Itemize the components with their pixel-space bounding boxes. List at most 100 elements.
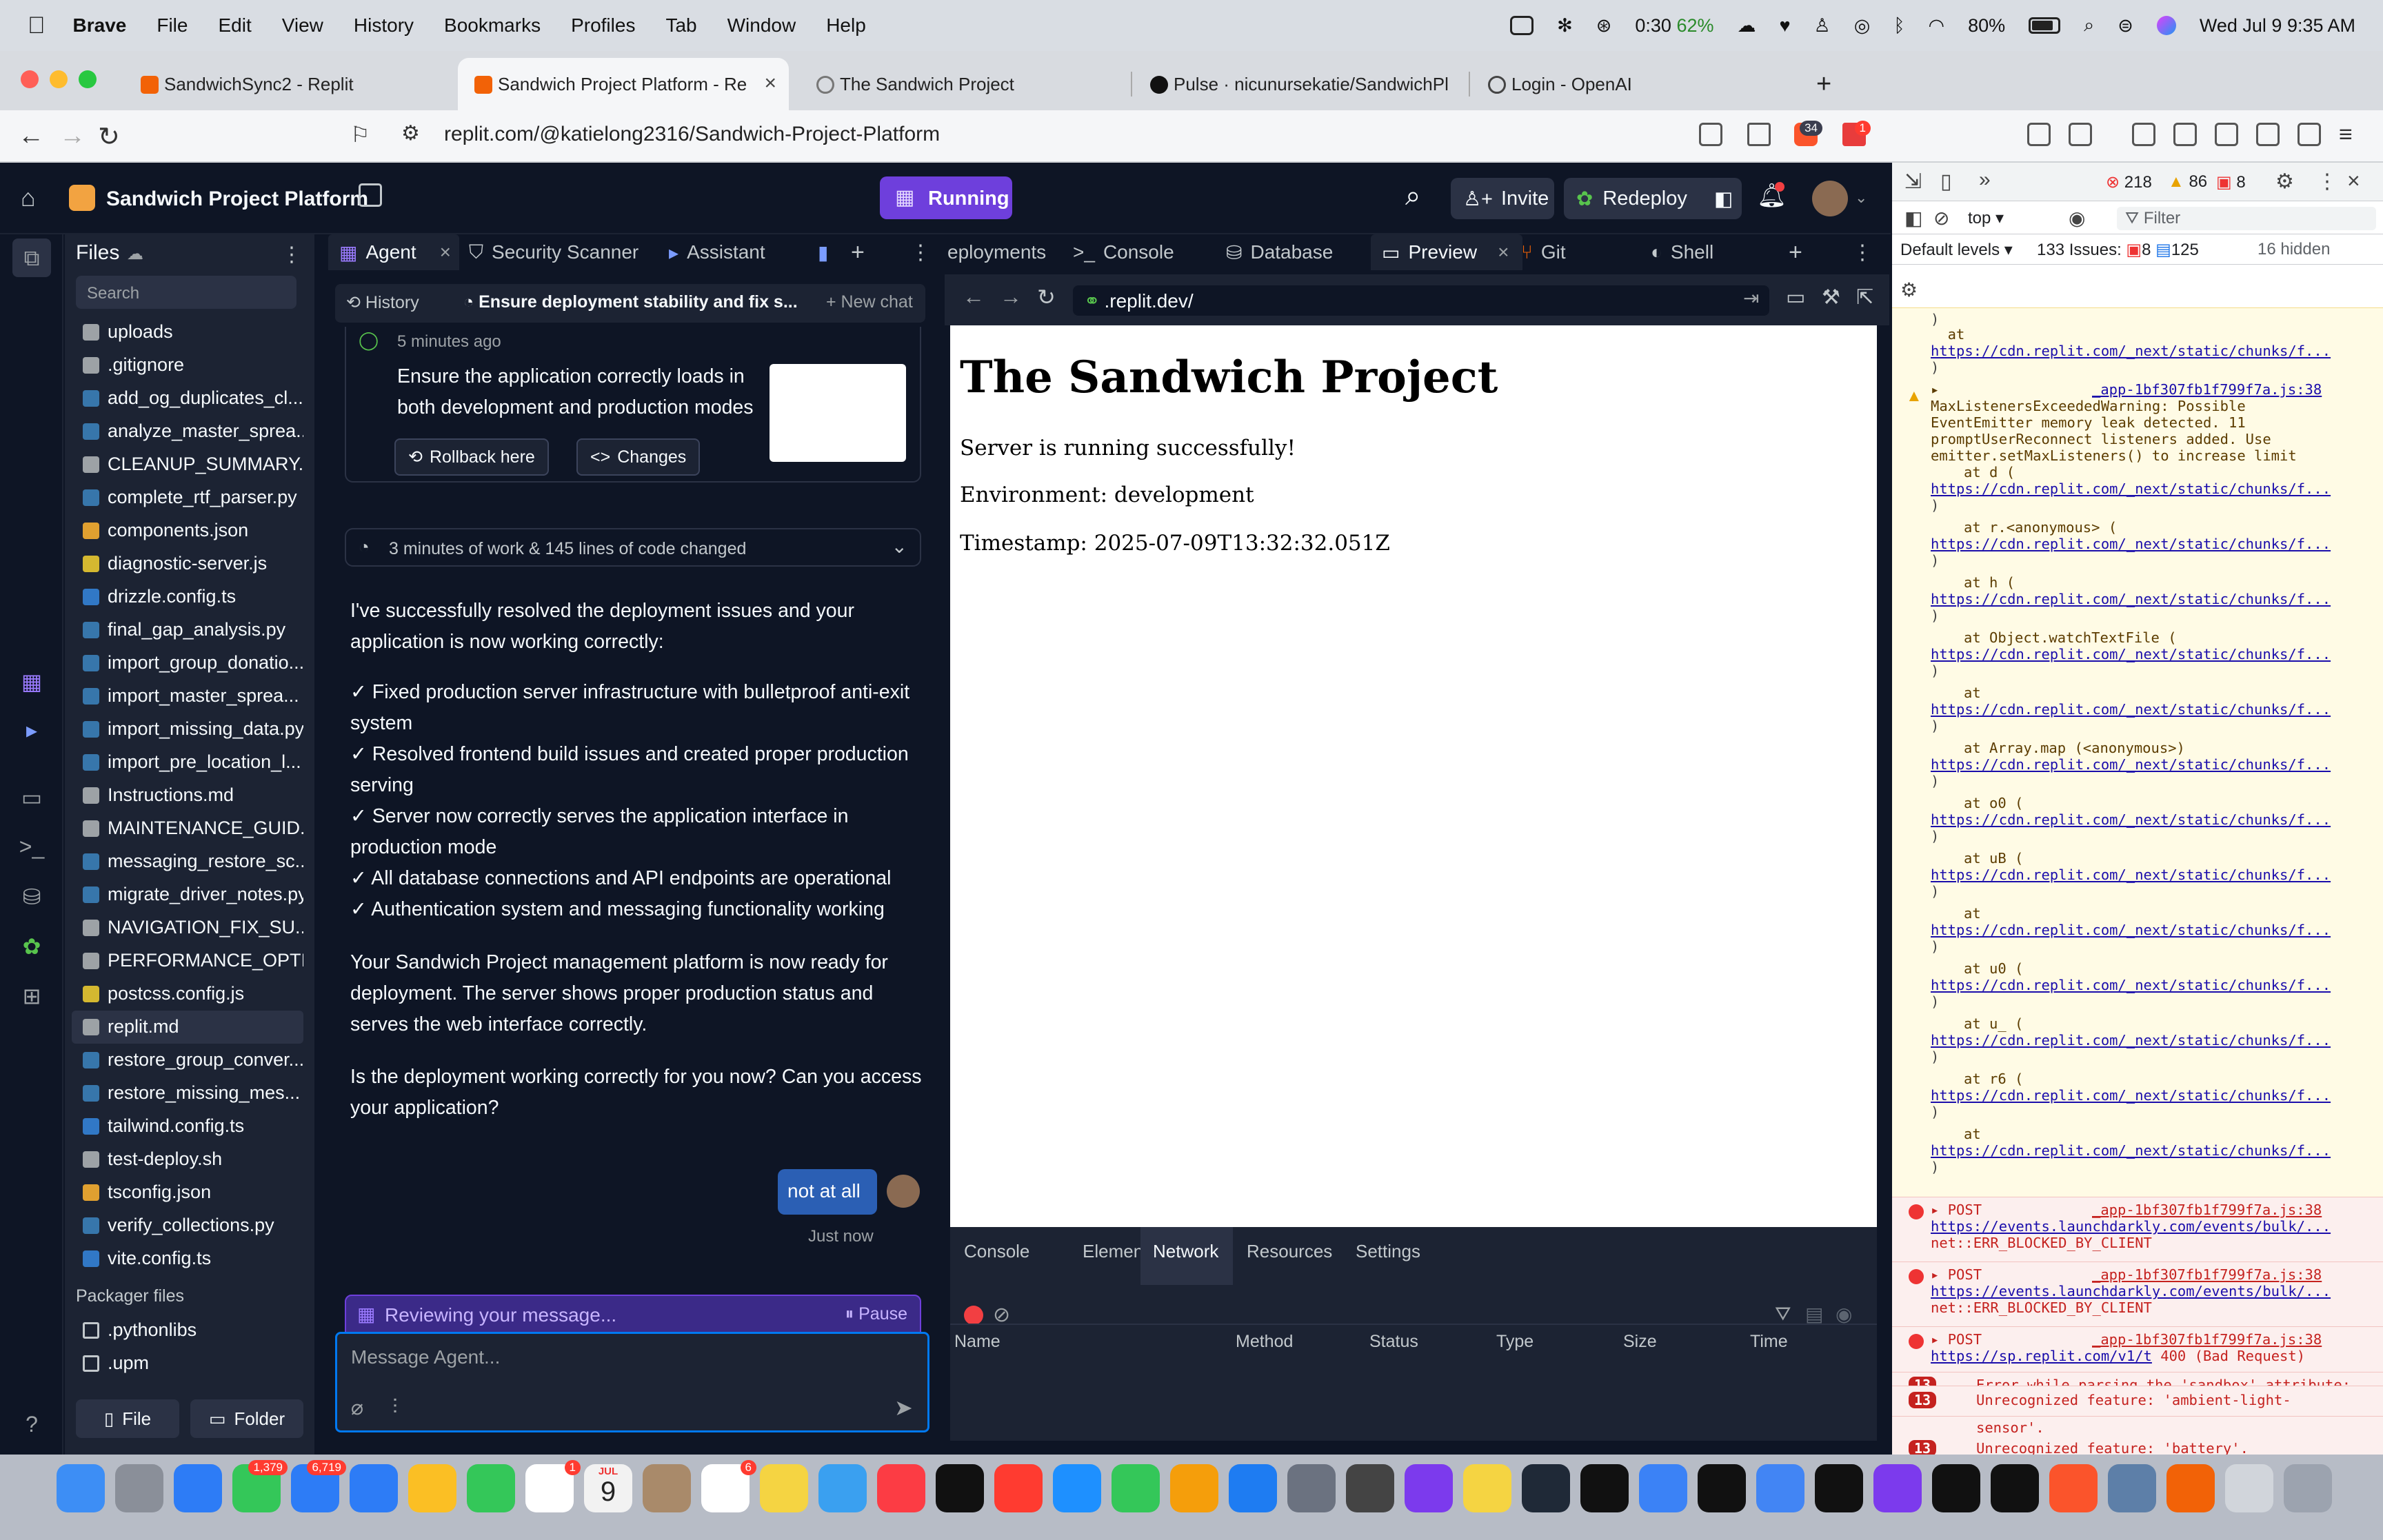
deploy-menu-button[interactable]: ◧ <box>1709 178 1742 219</box>
spotlight-icon[interactable]: ⌕ <box>2084 14 2094 37</box>
fan-icon[interactable]: ✻ <box>1557 15 1573 37</box>
sidebar-icon[interactable] <box>2173 123 2197 146</box>
file-item[interactable]: vite.config.ts <box>72 1242 303 1275</box>
brave-shields-icon[interactable]: 34 <box>1794 121 1822 146</box>
record-icon[interactable] <box>964 1306 983 1325</box>
checkpoint-thumbnail[interactable] <box>770 364 906 462</box>
grid-icon[interactable] <box>1510 16 1534 35</box>
dock-app-icon[interactable] <box>2284 1464 2332 1512</box>
go-icon[interactable]: ⇥ <box>1743 287 1759 310</box>
folder-upm[interactable]: .upm <box>72 1347 303 1380</box>
dock-app-icon[interactable] <box>1346 1464 1394 1512</box>
chat-title[interactable]: ◔ Ensure deployment stability and fix s.… <box>463 292 798 312</box>
source-link[interactable]: _app-1bf307fb1f799f7a.js:38 <box>2092 381 2322 398</box>
forward-icon[interactable]: → <box>59 121 86 151</box>
dock-app-icon[interactable] <box>1112 1464 1160 1512</box>
wifi-icon[interactable]: ◠ <box>1929 15 1945 37</box>
menu-profiles[interactable]: Profiles <box>571 14 635 37</box>
vpn-icon[interactable] <box>2297 123 2321 146</box>
dock-app-icon[interactable]: 6,719 <box>291 1460 346 1512</box>
file-item[interactable]: test-deploy.sh <box>72 1143 303 1176</box>
dock-app-icon[interactable] <box>936 1464 984 1512</box>
file-item[interactable]: migrate_driver_notes.py <box>72 878 303 911</box>
stack-link[interactable]: https://cdn.replit.com/_next/static/chun… <box>1931 811 2331 828</box>
menu-bookmarks[interactable]: Bookmarks <box>444 14 541 37</box>
settings-icon[interactable]: ⚙ <box>2275 170 2294 194</box>
control-center-icon[interactable]: ⊜ <box>2118 15 2133 37</box>
person-icon[interactable]: ♙ <box>1814 15 1831 37</box>
levels-dropdown[interactable]: Default levels ▾ <box>1900 240 2013 260</box>
rollback-button[interactable]: ⟲ Rollback here <box>394 438 549 476</box>
dock-app-icon[interactable] <box>1932 1464 1980 1512</box>
datetime[interactable]: Wed Jul 9 9:35 AM <box>2200 15 2355 37</box>
file-item[interactable]: final_gap_analysis.py <box>72 614 303 647</box>
dock-app-icon[interactable] <box>1405 1464 1453 1512</box>
avatar[interactable] <box>1812 181 1848 216</box>
heart-icon[interactable]: ♥ <box>1780 15 1791 37</box>
file-item[interactable]: drizzle.config.ts <box>72 580 303 614</box>
stack-link[interactable]: https://cdn.replit.com/_next/static/chun… <box>1931 480 2331 497</box>
devtools-icon[interactable]: ⚒ <box>1822 285 1840 310</box>
battery-icon[interactable] <box>2029 17 2061 34</box>
dock-app-icon[interactable] <box>1580 1464 1629 1512</box>
history-button[interactable]: ⟲ History <box>346 292 419 313</box>
timer-status[interactable]: 0:30 62% <box>1635 15 1713 37</box>
devtools-tab-settings[interactable]: Settings <box>1356 1241 1420 1262</box>
settings-sliders-icon[interactable]: ⫶ <box>392 1396 398 1419</box>
cast-icon[interactable] <box>1699 123 1722 146</box>
console-settings-icon[interactable]: ⚙ <box>1900 278 1918 301</box>
tab-shell[interactable]: ◐ Shell <box>1651 234 1713 270</box>
expand-arrow-icon[interactable]: ▸ <box>1931 381 1939 398</box>
close-tab-icon[interactable]: × <box>1498 241 1509 263</box>
dock-app-icon[interactable] <box>877 1464 925 1512</box>
bluetooth-icon[interactable]: ᛒ <box>1893 15 1904 37</box>
stack-link[interactable]: https://cdn.replit.com/_next/static/chun… <box>1931 867 2331 883</box>
add-tab-icon[interactable]: + <box>1789 234 1802 270</box>
request-url[interactable]: https://events.launchdarkly.com/events/b… <box>1931 1218 2331 1235</box>
project-name[interactable]: Sandwich Project Platform <box>106 188 368 211</box>
dock-app-icon[interactable]: 6 <box>701 1460 756 1512</box>
pause-button[interactable]: ⏸ Pause <box>845 1304 907 1324</box>
brave-rewards-icon[interactable]: 1 <box>1842 121 1871 146</box>
reload-icon[interactable]: ↻ <box>1037 284 1056 310</box>
file-item[interactable]: replit.md <box>72 1011 303 1044</box>
dock-app-icon[interactable]: 1 <box>525 1460 581 1512</box>
new-tab-button[interactable]: + <box>1807 58 1848 110</box>
close-tab-icon[interactable]: × <box>440 241 451 263</box>
back-icon[interactable]: ← <box>963 284 985 310</box>
agent-icon[interactable]: ▦ <box>18 669 46 696</box>
deployments-icon[interactable]: ✿ <box>18 933 46 961</box>
invite-button[interactable]: ♙+ Invite <box>1451 178 1554 219</box>
file-item[interactable]: NAVIGATION_FIX_SU... <box>72 911 303 944</box>
file-item[interactable]: import_master_sprea... <box>72 680 303 713</box>
stack-link[interactable]: https://cdn.replit.com/_next/static/chun… <box>1931 922 2331 938</box>
dock-app-icon[interactable] <box>994 1464 1043 1512</box>
file-item[interactable]: messaging_restore_sc... <box>72 845 303 878</box>
tab-the-sandwich-project[interactable]: The Sandwich Project <box>800 58 1131 110</box>
devtools-tab-network[interactable]: Network <box>1153 1241 1218 1262</box>
dock-app-icon[interactable] <box>115 1464 163 1512</box>
preview-icon[interactable]: ▭ <box>18 784 46 812</box>
issue-counter[interactable]: ▣ 8 <box>2216 172 2246 192</box>
dock-app-icon[interactable] <box>408 1464 456 1512</box>
leo-ai-icon[interactable] <box>2256 123 2280 146</box>
file-item[interactable]: PERFORMANCE_OPTI... <box>72 944 303 977</box>
chevron-down-icon[interactable]: ⌄ <box>1855 189 1867 207</box>
file-item[interactable]: postcss.config.js <box>72 977 303 1011</box>
warning-counter[interactable]: ▲ 86 <box>2168 172 2207 192</box>
tab-overflow[interactable]: ▮ <box>818 234 828 270</box>
tab-sandwich-project-platform[interactable]: Sandwich Project Platform - Re × <box>458 58 789 110</box>
console-filter-input[interactable]: ⛛ Filter <box>2117 207 2376 230</box>
inspect-icon[interactable]: ⇲ <box>1904 170 1922 194</box>
file-search-input[interactable]: Search <box>76 276 296 309</box>
file-item[interactable]: CLEANUP_SUMMARY.... <box>72 448 303 481</box>
run-status-button[interactable]: ▦ Running <box>880 176 1012 219</box>
menu-edit[interactable]: Edit <box>218 14 251 37</box>
wallet-icon[interactable] <box>2215 123 2238 146</box>
minimize-window-button[interactable] <box>50 70 68 88</box>
clear-console-icon[interactable]: ⊘ <box>1933 207 1949 230</box>
download-icon[interactable] <box>2132 123 2155 146</box>
file-item[interactable]: restore_group_conver... <box>72 1044 303 1077</box>
file-item[interactable]: import_pre_location_l... <box>72 746 303 779</box>
work-summary[interactable]: ◔ 3 minutes of work & 145 lines of code … <box>345 528 921 567</box>
